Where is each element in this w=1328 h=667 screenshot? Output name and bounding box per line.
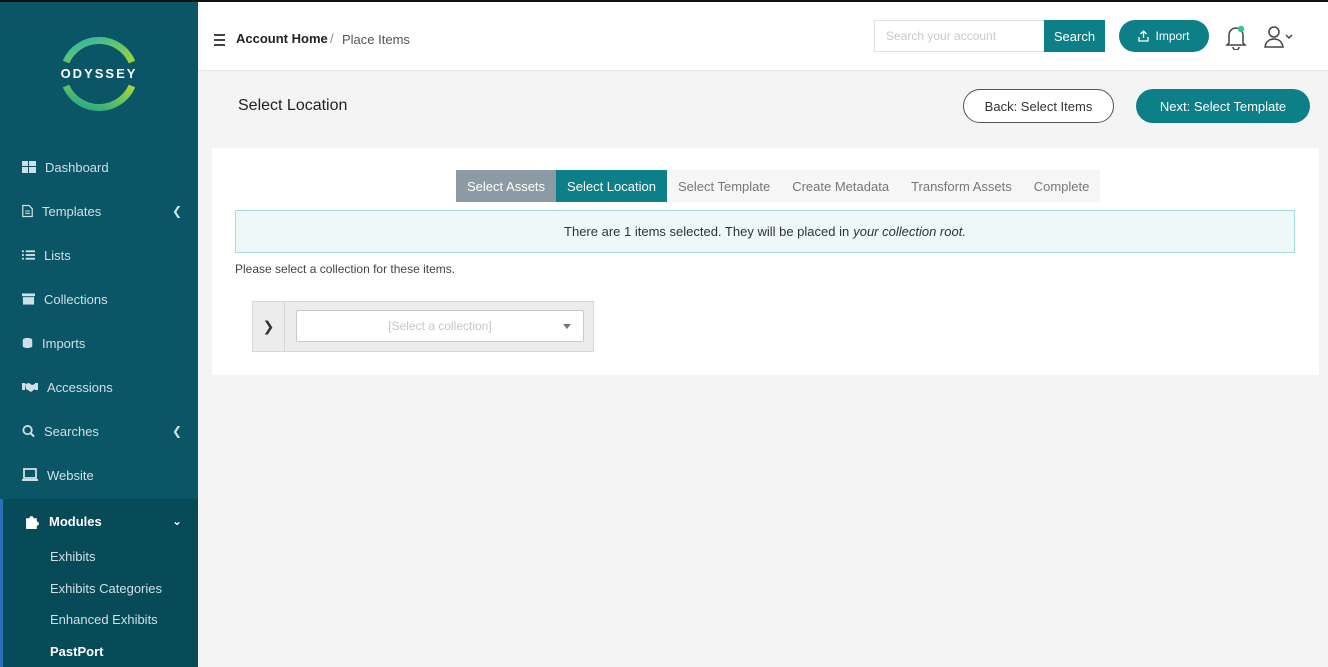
sidebar-item-collections[interactable]: Collections [0,277,198,321]
sidebar-item-label: Lists [44,247,71,263]
sidebar-subitem-exhibits[interactable]: Exhibits [50,549,96,569]
collection-select[interactable]: [Select a collection] [296,310,584,342]
menu-toggle-icon[interactable] [214,34,225,49]
chevron-left-icon: ❮ [171,204,182,218]
bell-icon[interactable] [1225,24,1247,50]
wizard-card: Select Assets Select Location Select Tem… [212,148,1319,375]
sidebar-item-accessions[interactable]: Accessions [0,365,198,409]
sidebar-item-modules[interactable]: Modules ⌄ [0,499,198,543]
list-icon [22,250,35,260]
sidebar-item-label: Imports [42,335,86,351]
dashboard-icon [22,161,36,173]
sidebar-item-label: Collections [44,291,108,307]
sidebar-item-imports[interactable]: Imports [0,321,198,365]
sidebar-item-label: Website [47,467,94,483]
puzzle-icon [26,515,39,529]
collection-hint: Please select a collection for these ite… [235,262,456,276]
user-icon[interactable] [1264,25,1296,49]
breadcrumb-current: Place Items [342,32,410,47]
back-button[interactable]: Back: Select Items [963,89,1114,123]
breadcrumb-home[interactable]: Account Home [236,31,328,46]
sidebar-item-templates[interactable]: Templates ❮ [0,189,198,233]
sidebar-item-dashboard[interactable]: Dashboard [0,145,198,189]
logo-text: ODYSSEY [60,66,138,81]
info-alert: There are 1 items selected. They will be… [235,210,1295,253]
archive-icon [22,293,35,305]
chevron-left-icon: ❮ [171,424,182,438]
sidebar-item-searches[interactable]: Searches ❮ [0,409,198,453]
step-select-location[interactable]: Select Location [556,170,667,202]
sidebar-subitem-enhanced-exhibits[interactable]: Enhanced Exhibits [50,612,158,632]
step-select-assets[interactable]: Select Assets [456,170,557,202]
next-button[interactable]: Next: Select Template [1136,89,1310,123]
wizard-steps: Select Assets Select Location Select Tem… [456,170,1101,202]
laptop-icon [22,468,38,481]
sidebar-subitem-exhibits-categories[interactable]: Exhibits Categories [50,581,162,601]
sidebar-item-label: Searches [44,423,99,439]
step-create-metadata: Create Metadata [781,170,901,202]
upload-icon [1138,30,1150,42]
collection-tree: ❯ [Select a collection] [252,301,594,352]
sidebar-item-label: Accessions [47,379,113,395]
sidebar-item-website[interactable]: Website [0,453,198,497]
top-header: Account Home / Place Items Search Import [198,2,1328,71]
sidebar-item-label: Templates [42,203,102,219]
chevron-right-icon[interactable]: ❯ [253,302,285,351]
search-icon [22,424,35,438]
sidebar: ODYSSEY Dashboard Templates ❮ Lists Coll… [0,2,198,667]
breadcrumb-separator: / [330,31,334,46]
caret-down-icon [563,324,571,329]
step-transform-assets: Transform Assets [900,170,1023,202]
document-icon [22,204,33,218]
info-text: There are 1 items selected. They will be… [564,224,850,239]
sidebar-subitem-pastport[interactable]: PastPort [50,644,103,664]
import-label: Import [1155,29,1190,43]
import-button[interactable]: Import [1119,20,1209,52]
sidebar-item-label: Dashboard [45,159,109,175]
step-select-template: Select Template [666,170,782,202]
sidebar-item-lists[interactable]: Lists [0,233,198,277]
search-button[interactable]: Search [1044,20,1105,52]
info-emphasis: your collection root. [853,224,966,239]
search-input[interactable] [874,20,1045,52]
step-complete: Complete [1022,170,1101,202]
page-title: Select Location [238,97,348,114]
handshake-icon [22,383,38,392]
database-icon [22,337,33,349]
odyssey-logo[interactable]: ODYSSEY [58,32,140,116]
chevron-down-icon: ⌄ [171,514,182,528]
select-placeholder: [Select a collection] [388,319,492,333]
sidebar-item-label: Modules [49,513,102,529]
